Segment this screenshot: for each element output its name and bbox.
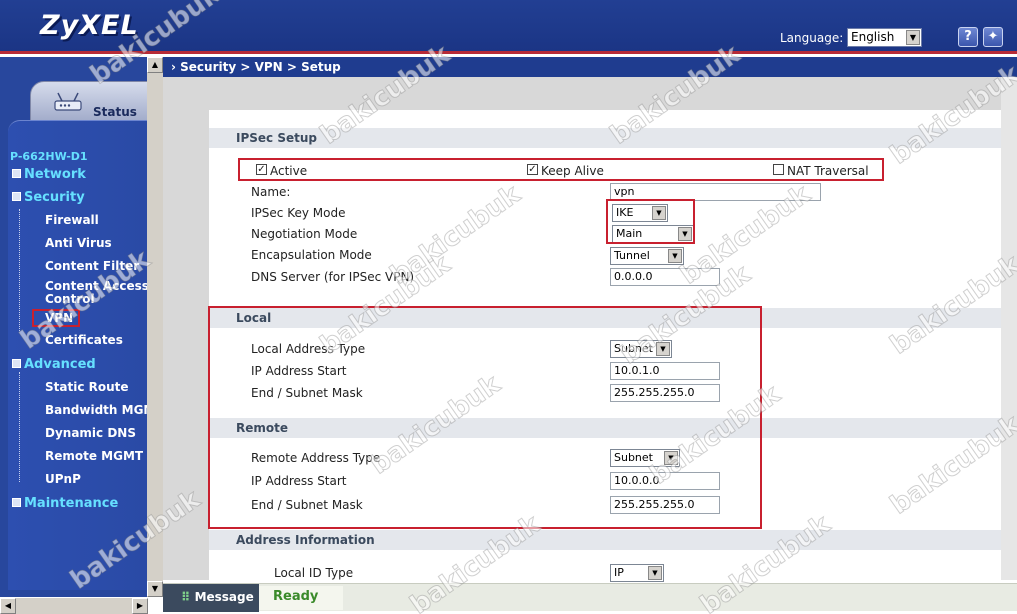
encap-label: Encapsulation Mode	[251, 248, 372, 262]
menu-label: Maintenance	[24, 496, 119, 511]
chevron-down-icon: ▼	[906, 30, 920, 45]
name-label: Name:	[251, 185, 291, 199]
tree-line	[19, 209, 20, 331]
expand-icon	[12, 498, 21, 507]
section-address-information: Address Information	[209, 530, 1008, 550]
sidebar-item-bandwidth-mgmt[interactable]: Bandwidth MGM	[45, 403, 148, 417]
sidebar-item-network[interactable]: Network	[12, 167, 86, 182]
sidebar-item-content-access-control[interactable]: Control	[45, 292, 95, 306]
sidebar-item-content-access[interactable]: Content Access	[45, 279, 148, 293]
dots-icon: ⠿	[181, 590, 195, 604]
sidebar-item-upnp[interactable]: UPnP	[45, 472, 81, 486]
scroll-up-icon[interactable]: ▲	[147, 57, 163, 73]
sidebar: Status P-662HW-D1 Network Security Firew…	[0, 57, 148, 597]
local-id-label: Local ID Type	[274, 566, 354, 580]
chevron-down-icon: ▼	[668, 249, 682, 263]
sidebar-item-certificates[interactable]: Certificates	[45, 333, 123, 347]
sidebar-item-security[interactable]: Security	[12, 190, 85, 205]
header-bar: ZyXEL Language: English ▼ ? ✦	[0, 0, 1017, 54]
sidebar-item-maintenance[interactable]: Maintenance	[12, 496, 118, 511]
scroll-down-icon[interactable]: ▼	[147, 581, 163, 597]
negotiation-label: Negotiation Mode	[251, 227, 358, 241]
menu-label: Network	[24, 167, 86, 182]
dns-input[interactable]: 0.0.0.0	[610, 268, 720, 286]
vpn-highlight-box	[32, 309, 80, 327]
expand-icon	[12, 169, 21, 178]
tree-line	[19, 372, 20, 482]
keymode-label: IPSec Key Mode	[251, 206, 346, 220]
content-scrollbar[interactable]	[1001, 77, 1017, 580]
sidebar-item-dynamic-dns[interactable]: Dynamic DNS	[45, 426, 136, 440]
menu-label: Security	[24, 190, 85, 205]
sidebar-item-content-filter[interactable]: Content Filter	[45, 259, 139, 273]
sidebar-hscrollbar[interactable]: ◀ ▶	[0, 598, 148, 614]
local-id-value: IP	[614, 566, 624, 579]
message-label: ⠿ Message	[163, 584, 259, 612]
sidebar-item-remote-mgmt[interactable]: Remote MGMT	[45, 449, 143, 463]
encap-value: Tunnel	[614, 249, 650, 262]
scroll-left-icon[interactable]: ◀	[0, 598, 16, 614]
help-icon[interactable]: ?	[958, 27, 978, 47]
options-highlight-box	[238, 158, 884, 181]
scroll-right-icon[interactable]: ▶	[132, 598, 148, 614]
chevron-down-icon: ▼	[648, 566, 662, 580]
zyxel-logo: ZyXEL	[40, 10, 139, 41]
menu-label: Advanced	[24, 357, 96, 372]
sidebar-item-anti-virus[interactable]: Anti Virus	[45, 236, 112, 250]
wizard-icon[interactable]: ✦	[983, 27, 1003, 47]
sidebar-item-firewall[interactable]: Firewall	[45, 213, 99, 227]
collapse-icon	[12, 192, 21, 201]
language-label: Language:	[780, 31, 844, 45]
collapse-icon	[12, 359, 21, 368]
breadcrumb-text: Security > VPN > Setup	[180, 60, 341, 74]
section-ipsec-setup: IPSec Setup	[209, 128, 1008, 148]
status-tab[interactable]: Status	[30, 81, 148, 125]
language-select[interactable]: English ▼	[847, 28, 922, 47]
status-label: Status	[93, 105, 137, 119]
dns-label: DNS Server (for IPSec VPN)	[251, 270, 415, 284]
device-name: P-662HW-D1	[10, 150, 88, 163]
message-text: Message	[194, 590, 254, 604]
status-ready: Ready	[259, 586, 343, 610]
breadcrumb: › Security > VPN > Setup	[163, 57, 1017, 77]
local-id-select[interactable]: IP ▼	[610, 564, 664, 582]
chevron-right-icon: ›	[171, 60, 181, 74]
sidebar-scrollbar[interactable]: ▲ ▼	[147, 57, 163, 597]
router-icon	[54, 92, 82, 111]
language-value: English	[851, 30, 895, 44]
encap-select[interactable]: Tunnel ▼	[610, 247, 684, 265]
sidebar-item-static-route[interactable]: Static Route	[45, 380, 129, 394]
sidebar-item-advanced[interactable]: Advanced	[12, 357, 96, 372]
status-bar: ⠿ Message Ready	[163, 583, 1017, 612]
address-highlight-box	[208, 306, 762, 529]
mode-highlight-box	[606, 199, 695, 244]
